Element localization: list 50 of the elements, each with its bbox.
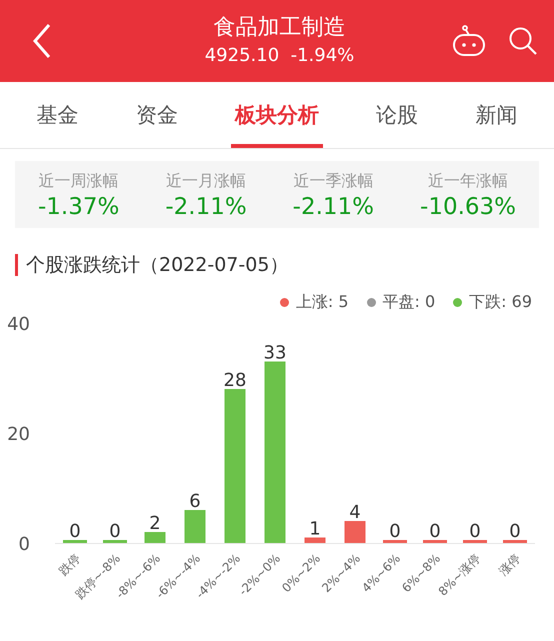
tab[interactable]: 论股: [372, 82, 422, 148]
value-label: 0: [429, 521, 441, 542]
value-label: 0: [469, 521, 481, 542]
stat-label: 近一周涨幅: [38, 171, 120, 192]
bar: [184, 510, 206, 543]
tab[interactable]: 资金: [132, 82, 182, 148]
section-marker: [15, 254, 18, 276]
value-label: 6: [189, 491, 201, 512]
stat-label: 近一年涨幅: [427, 171, 510, 192]
bar: [103, 540, 127, 543]
axis-label: 0: [18, 534, 30, 555]
bar: [304, 538, 326, 543]
tab[interactable]: 新闻: [471, 82, 522, 148]
value-label: 0: [509, 521, 521, 542]
robot-icon[interactable]: [452, 25, 486, 57]
legend-label: 上涨: 5: [296, 292, 348, 313]
section-title: 个股涨跌统计（2022-07-05）: [26, 253, 288, 278]
value-label: 2: [149, 513, 161, 534]
index-quote: 4925.10 -1.94%: [204, 44, 356, 68]
value-label: 33: [264, 342, 286, 364]
stat-value: -2.11%: [165, 194, 247, 220]
bar: [344, 521, 366, 543]
stat-label: 近一季涨幅: [292, 171, 374, 192]
value-label: 4: [349, 502, 361, 523]
bar: [423, 540, 447, 543]
stat-value: -10.63%: [420, 194, 516, 220]
stat-label: 近一月涨幅: [165, 171, 247, 192]
bar: [63, 540, 87, 543]
tab[interactable]: 板块分析: [230, 82, 323, 148]
axis-label: 跌停: [56, 551, 84, 578]
axis-label: 40: [7, 314, 30, 335]
bar: [503, 540, 527, 543]
stat-value: -1.37%: [38, 194, 120, 220]
value-label: 0: [389, 521, 401, 542]
value-label: 28: [224, 370, 246, 391]
bar: [144, 532, 166, 543]
bar: [383, 540, 407, 543]
tab[interactable]: 基金: [32, 82, 83, 148]
axis-label: 20: [7, 424, 30, 445]
value-label: 0: [109, 521, 121, 542]
search-icon[interactable]: [508, 26, 538, 56]
bar: [463, 540, 487, 543]
value-label: 0: [69, 521, 81, 542]
legend-label: 下跌: 69: [469, 292, 532, 313]
back-icon[interactable]: [32, 23, 52, 59]
axis-label: 涨停: [496, 551, 524, 578]
legend-label: 平盘: 0: [382, 292, 436, 313]
value-label: 1: [309, 518, 321, 540]
page-title: 食品加工制造: [212, 14, 346, 42]
stat-value: -2.11%: [292, 194, 374, 220]
